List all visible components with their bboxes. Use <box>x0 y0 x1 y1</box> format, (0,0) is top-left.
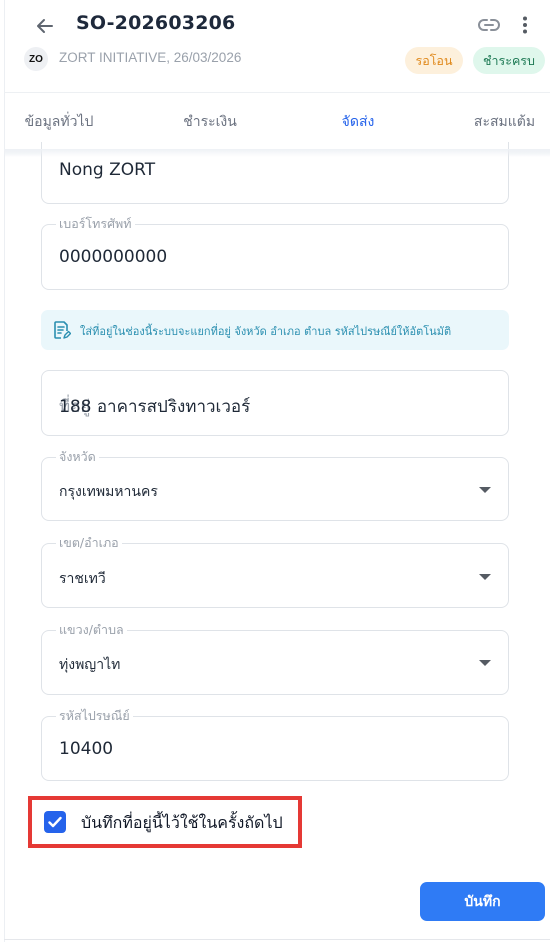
phone-field[interactable]: เบอร์โทรศัพท์ 0000000000 <box>41 216 509 290</box>
checkmark-icon <box>48 816 62 828</box>
subdistrict-label: แขวง/ตำบล <box>56 622 127 638</box>
province-select[interactable]: จังหวัด กรุงเทพมหานคร <box>41 449 509 521</box>
more-options-button[interactable] <box>513 12 537 38</box>
order-title: SO-202603206 <box>76 12 236 34</box>
subdistrict-select[interactable]: แขวง/ตำบล ทุ่งพญาไท <box>41 622 509 695</box>
more-vertical-icon <box>523 16 527 34</box>
document-edit-icon <box>54 321 71 339</box>
recipient-name-value: Nong ZORT <box>59 160 156 180</box>
info-text: ใส่ที่อยู่ในช่องนี้ระบบจะแยกที่อยู่ จังห… <box>80 325 452 338</box>
province-label: จังหวัด <box>56 449 99 465</box>
subdistrict-value: ทุ่งพญาไท <box>59 657 121 673</box>
address-info-box: ใส่ที่อยู่ในช่องนี้ระบบจะแยกที่อยู่ จังห… <box>41 310 509 350</box>
phone-label: เบอร์โทรศัพท์ <box>56 216 135 232</box>
bottom-divider <box>4 939 550 940</box>
company-avatar: ZO <box>24 47 48 71</box>
address-value: 188 อาคารสปริงทาวเวอร์ <box>59 397 251 417</box>
status-badge-pending: รอโอน <box>405 47 463 74</box>
status-badge-paid: ชำระครบ <box>473 47 545 74</box>
back-arrow-icon <box>37 19 53 33</box>
chevron-down-icon[interactable] <box>479 487 491 493</box>
postcode-value: 10400 <box>59 739 114 759</box>
address-field[interactable]: ที่อยู่ 188 อาคารสปริงทาวเวอร์ <box>41 370 509 436</box>
save-address-checkbox[interactable] <box>44 811 66 833</box>
scroll-shadow <box>4 149 550 157</box>
district-label: เขต/อำเภอ <box>56 535 122 551</box>
chevron-down-icon[interactable] <box>479 574 491 580</box>
district-value: ราชเทวี <box>59 571 106 587</box>
back-button[interactable] <box>30 11 60 41</box>
save-address-option[interactable]: บันทึกที่อยู่นี้ไว้ใช้ในครั้งถัดไป <box>28 796 302 848</box>
chevron-down-icon[interactable] <box>479 660 491 666</box>
province-value: กรุงเทพมหานคร <box>59 484 158 500</box>
save-address-label: บันทึกที่อยู่นี้ไว้ใช้ในครั้งถัดไป <box>81 813 283 832</box>
phone-value: 0000000000 <box>59 247 168 267</box>
link-icon <box>478 19 500 31</box>
copy-link-button[interactable] <box>476 12 502 38</box>
save-button[interactable]: บันทึก <box>420 882 545 921</box>
postcode-label: รหัสไปรษณีย์ <box>56 708 133 724</box>
district-select[interactable]: เขต/อำเภอ ราชเทวี <box>41 535 509 608</box>
company-date-subtitle: ZORT INITIATIVE, 26/03/2026 <box>59 50 242 65</box>
postcode-field[interactable]: รหัสไปรษณีย์ 10400 <box>41 708 509 781</box>
